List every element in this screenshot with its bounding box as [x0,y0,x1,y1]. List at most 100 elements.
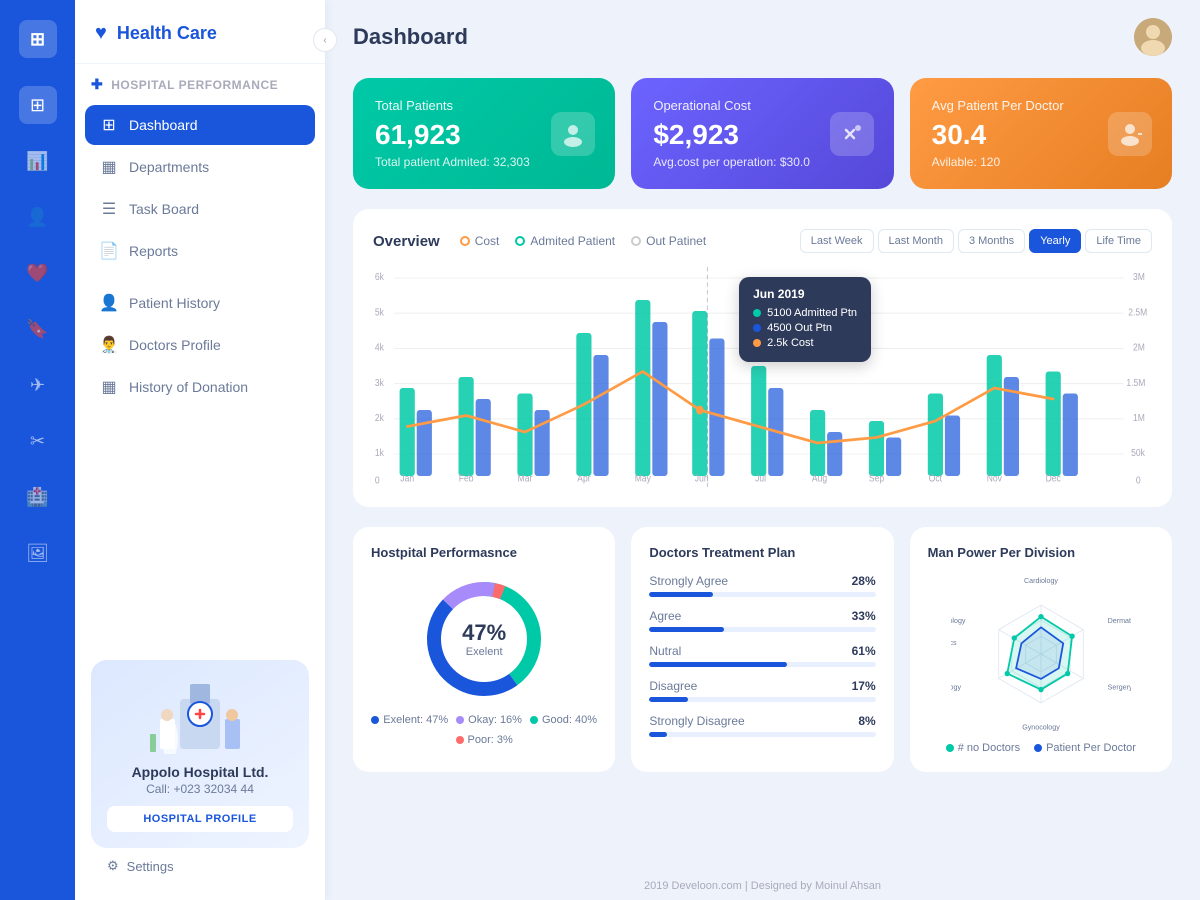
svg-text:2.5M: 2.5M [1128,307,1147,318]
svg-text:Sergery: Sergery [1107,684,1130,692]
menu-item-dashboard[interactable]: ⊞ Dashboard [85,105,315,145]
tooltip-dot-2 [753,339,761,347]
menu-item-reports[interactable]: 📄 Reports [85,231,315,271]
filter-last-month[interactable]: Last Month [878,229,954,253]
treatment-bar-2 [649,662,875,667]
radar-dot-doctors [946,744,954,752]
doctors-treatment-panel: Doctors Treatment Plan Strongly Agree 28… [631,527,893,772]
filter-yearly[interactable]: Yearly [1029,229,1081,253]
legend-dot-poor [456,736,464,744]
filter-lifetime[interactable]: Life Time [1085,229,1152,253]
dashboard-content: Total Patients 61,923 Total patient Admi… [325,74,1200,872]
svg-text:1M: 1M [1133,412,1145,423]
hospital-phone: Call: +023 32034 44 [107,782,293,796]
svg-text:Jul: Jul [755,473,766,484]
treatment-label-3: Disagree [649,679,697,693]
radar-legend: # no Doctors Patient Per Doctor [946,742,1136,754]
radar-legend-doctors: # no Doctors [946,742,1020,754]
departments-icon: ▦ [99,157,119,177]
svg-text:Oct: Oct [929,473,943,484]
svg-text:Cardiology: Cardiology [1024,577,1058,585]
svg-text:3M: 3M [1133,272,1145,283]
treatment-row-3: Disagree 17% [649,679,875,702]
tooltip-row-0: 5100 Admitted Ptn [753,307,857,319]
svg-text:1.5M: 1.5M [1126,377,1145,388]
svg-text:Concology: Concology [951,617,966,625]
treatment-bar-0 [649,592,875,597]
treatment-pct-2: 61% [852,644,876,658]
menu-item-taskboard[interactable]: ☰ Task Board [85,189,315,229]
legend-dot-cost [460,236,470,246]
donut-value: 47% [462,620,506,646]
filter-3-months[interactable]: 3 Months [958,229,1025,253]
treatment-row-1: Agree 33% [649,609,875,632]
svg-text:0: 0 [375,475,380,486]
nav-icon-photo[interactable]: 🖼 [19,534,57,572]
nav-icon-building[interactable]: 🏥 [19,478,57,516]
treatment-row-4: Strongly Disagree 8% [649,714,875,737]
menu-item-departments[interactable]: ▦ Departments [85,147,315,187]
treatment-row-2: Nutral 61% [649,644,875,667]
donut-chart: 47% Exelent [419,574,549,704]
menu-item-patient-history[interactable]: 👤 Patient History [85,283,315,323]
treatment-bar-fill-4 [649,732,667,737]
svg-text:5k: 5k [375,307,384,318]
stat-sub-1: Avg.cost per operation: $30.0 [653,155,871,169]
sidebar-bottom: Appolo Hospital Ltd. Call: +023 32034 44… [75,644,325,900]
treatment-label-0: Strongly Agree [649,574,728,588]
hospital-card: Appolo Hospital Ltd. Call: +023 32034 44… [91,660,309,848]
nav-icon-heart[interactable]: ❤️ [19,254,57,292]
collapse-button[interactable]: ‹ [313,28,337,52]
chart-header: Overview Cost Admited Patient [373,229,1152,253]
nav-icon-dashboard[interactable]: ⊞ [19,86,57,124]
legend-poor: Poor: 3% [456,734,513,746]
legend-dot-admitted [515,236,525,246]
top-bar: Dashboard [325,0,1200,74]
health-care-icon: ♥ [95,22,107,45]
legend-dot-out [631,236,641,246]
svg-text:Feb: Feb [459,473,474,484]
svg-text:2M: 2M [1133,342,1145,353]
svg-text:Dec: Dec [1046,473,1062,484]
menu-item-doctors-profile[interactable]: 👨‍⚕️ Doctors Profile [85,325,315,365]
nav-icon-chart[interactable]: 📊 [19,142,57,180]
treatment-bar-fill-2 [649,662,787,667]
treatment-row-0: Strongly Agree 28% [649,574,875,597]
stat-sub-0: Total patient Admited: 32,303 [375,155,593,169]
stat-icon-0 [551,112,595,156]
tooltip-dot-0 [753,309,761,317]
treatment-label-1: Agree [649,609,681,623]
settings-item[interactable]: ⚙ Settings [91,848,309,884]
taskboard-icon: ☰ [99,199,119,219]
filter-last-week[interactable]: Last Week [800,229,874,253]
legend-okay: Okay: 16% [456,714,522,726]
page-title: Dashboard [353,24,468,50]
legend-dot-good [530,716,538,724]
stat-icon-2 [1108,112,1152,156]
sidebar-header: ♥ Health Care ‹ [75,0,325,64]
treatment-pct-1: 33% [852,609,876,623]
footer: 2019 Develoon.com | Designed by Moinul A… [325,872,1200,900]
nav-icon-tools[interactable]: ✂ [19,422,57,460]
nav-icon-bookmark[interactable]: 🔖 [19,310,57,348]
stat-card-avg: Avg Patient Per Doctor 30.4 Avilable: 12… [910,78,1172,189]
reports-icon: 📄 [99,241,119,261]
main-content: Dashboard Total Patients 61,923 Total pa… [325,0,1200,900]
treatment-pct-3: 17% [852,679,876,693]
stat-cards: Total Patients 61,923 Total patient Admi… [353,78,1172,189]
app-logo[interactable]: ⊞ [19,20,57,58]
legend-admitted: Admited Patient [515,234,615,248]
radar-dot-patients [1034,744,1042,752]
hospital-profile-button[interactable]: HOSPITAL PROFILE [107,806,293,832]
menu-item-history-donation[interactable]: ▦ History of Donation [85,367,315,407]
chart-legend: Cost Admited Patient Out Patinet [460,234,706,248]
hospital-performance-title: Hostpital Performasnce [371,545,597,560]
hospital-performance-section: ✚ Hospital Performance [91,76,309,93]
user-avatar[interactable] [1134,18,1172,56]
left-sidebar: ♥ Health Care ‹ ✚ Hospital Performance ⊞… [75,0,325,900]
history-donation-icon: ▦ [99,377,119,397]
nav-icon-users[interactable]: 👤 [19,198,57,236]
nav-icon-plane[interactable]: ✈ [19,366,57,404]
patient-history-icon: 👤 [99,293,119,313]
svg-text:Apr: Apr [577,473,590,484]
